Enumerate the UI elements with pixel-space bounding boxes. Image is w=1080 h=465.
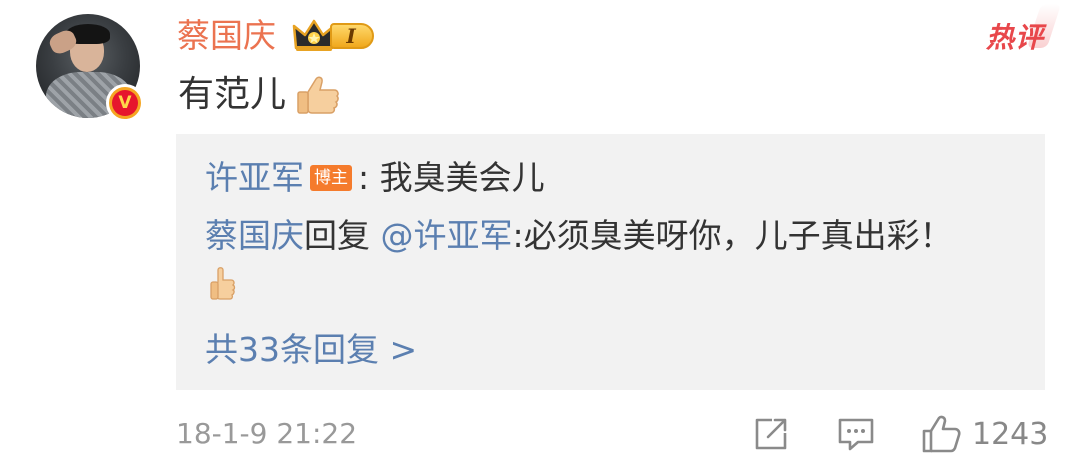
username[interactable]: 蔡国庆 — [177, 16, 276, 56]
comment-body: 有范儿 — [178, 72, 340, 118]
reply-item: 蔡国庆回复 @许亚军:必须臭美呀你，儿子真出彩！ — [205, 214, 953, 258]
verified-v-icon: V — [106, 84, 144, 122]
thumbs-up-emoji — [297, 76, 339, 114]
reply-item: 许亚军 博主: 我臭美会儿 — [205, 156, 545, 200]
member-level-badge[interactable]: I — [292, 18, 374, 54]
comment-timestamp: 18-1-9 21:22 — [176, 417, 358, 450]
reply-list: 许亚军 博主: 我臭美会儿 蔡国庆回复 @许亚军:必须臭美呀你，儿子真出彩！ 共3… — [176, 134, 1045, 390]
avatar[interactable]: V — [36, 14, 144, 122]
like-icon — [922, 415, 961, 453]
view-more-replies-link[interactable]: 共33条回复 > — [205, 328, 417, 372]
share-icon — [755, 418, 787, 450]
like-count: 1243 — [972, 416, 1049, 452]
blogger-badge: 博主 — [310, 164, 352, 191]
comment-button[interactable] — [836, 414, 876, 454]
comment-text: 有范儿 — [178, 74, 287, 115]
like-button[interactable]: 1243 — [920, 414, 1048, 454]
reply-author[interactable]: 蔡国庆 — [205, 216, 304, 255]
reply-author[interactable]: 许亚军 — [205, 158, 304, 197]
share-button[interactable] — [752, 414, 790, 454]
thumbs-up-emoji — [210, 267, 236, 300]
reply-text: :必须臭美呀你，儿子真出彩！ — [512, 216, 953, 255]
reply-text: 我臭美会儿 — [379, 158, 545, 197]
member-level-tag: I — [330, 23, 374, 49]
reply-keyword: 回复 — [304, 216, 370, 255]
reply-mention[interactable]: @许亚军 — [381, 216, 513, 255]
comment-icon — [838, 418, 874, 451]
hot-comment-tag: 热评 — [986, 16, 1044, 56]
reply-separator: : — [358, 158, 370, 197]
